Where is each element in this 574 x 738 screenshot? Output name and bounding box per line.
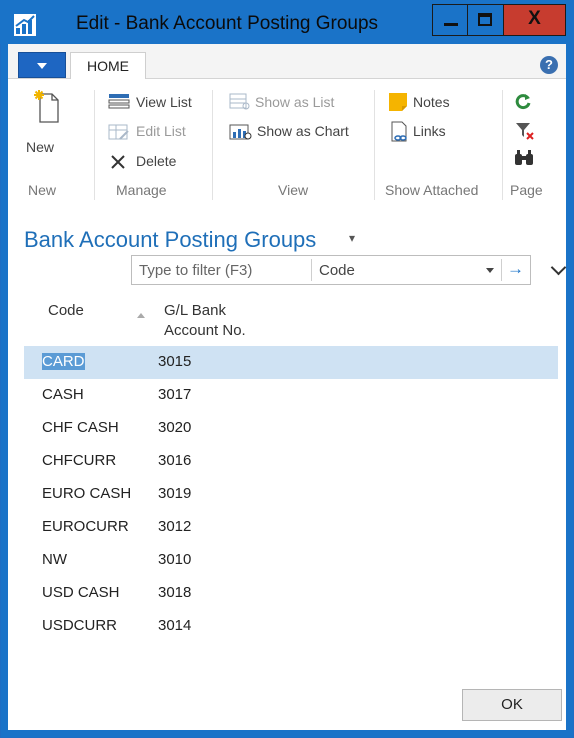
cell-gl-bank-account-no[interactable]: 3017 <box>158 386 191 403</box>
notes-icon <box>389 93 407 111</box>
cell-gl-bank-account-no[interactable]: 3014 <box>158 617 191 634</box>
delete-icon <box>111 155 125 169</box>
table-row[interactable]: CARD 3015 <box>24 346 558 379</box>
application-menu-button[interactable] <box>18 52 66 78</box>
window-title: Edit - Bank Account Posting Groups <box>76 13 379 34</box>
show-as-list-icon <box>229 93 250 110</box>
table-row[interactable]: NW 3010 <box>24 544 558 577</box>
group-label-page: Page <box>510 182 543 198</box>
cell-gl-bank-account-no[interactable]: 3012 <box>158 518 191 535</box>
cell-code[interactable]: CARD <box>42 353 85 370</box>
table-row[interactable]: USD CASH 3018 <box>24 577 558 610</box>
group-label-new: New <box>28 182 57 198</box>
tab-home[interactable]: HOME <box>70 52 146 79</box>
cell-code[interactable]: EUROCURR <box>42 518 129 535</box>
table-row[interactable]: CHFCURR 3016 <box>24 445 558 478</box>
column-header-gl-bank-account[interactable]: G/L Bank Account No. <box>164 301 246 341</box>
sort-ascending-icon <box>137 313 145 318</box>
cell-code[interactable]: CASH <box>42 386 84 403</box>
filter-divider <box>311 259 312 281</box>
ribbon-divider <box>94 90 95 200</box>
cell-code[interactable]: USD CASH <box>42 584 120 601</box>
group-label-manage: Manage <box>116 182 167 198</box>
show-as-list-label: Show as List <box>255 94 335 110</box>
ok-button[interactable]: OK <box>462 689 562 721</box>
ribbon-divider <box>374 90 375 200</box>
table-row[interactable]: EURO CASH 3019 <box>24 478 558 511</box>
cell-gl-bank-account-no[interactable]: 3015 <box>158 353 191 370</box>
new-button-label: New <box>26 139 55 155</box>
refresh-icon[interactable] <box>514 92 532 110</box>
group-label-view: View <box>278 182 309 198</box>
links-icon <box>391 121 407 142</box>
chevron-down-icon[interactable] <box>486 268 494 273</box>
table-row[interactable]: CHF CASH 3020 <box>24 412 558 445</box>
cell-code[interactable]: USDCURR <box>42 617 117 634</box>
filter-divider <box>501 259 502 281</box>
table-row[interactable]: USDCURR 3014 <box>24 610 558 643</box>
arrow-right-icon[interactable]: → <box>507 259 524 279</box>
find-icon[interactable] <box>514 150 534 166</box>
clear-filter-icon[interactable] <box>515 121 535 141</box>
column-header-code[interactable]: Code <box>48 301 84 321</box>
table-row[interactable]: CASH 3017 <box>24 379 558 412</box>
show-as-chart-label: Show as Chart <box>257 123 349 139</box>
group-label-show-attached: Show Attached <box>385 182 479 198</box>
cell-gl-bank-account-no[interactable]: 3016 <box>158 452 191 469</box>
cell-gl-bank-account-no[interactable]: 3010 <box>158 551 191 568</box>
view-list-label: View List <box>136 94 192 110</box>
help-icon[interactable]: ? <box>540 56 558 74</box>
column-header-gl-line1: G/L Bank <box>164 302 226 319</box>
cell-gl-bank-account-no[interactable]: 3020 <box>158 419 191 436</box>
minimize-button[interactable] <box>432 4 468 36</box>
view-list-icon <box>108 94 130 109</box>
show-as-chart-icon <box>229 124 252 140</box>
ribbon-divider <box>502 90 503 200</box>
page-title-dropdown-icon[interactable]: ▾ <box>349 231 355 245</box>
app-logo-icon <box>14 14 36 36</box>
edit-list-icon <box>108 124 129 140</box>
cell-code[interactable]: CHF CASH <box>42 419 119 436</box>
close-button[interactable]: X <box>504 4 566 36</box>
cell-code[interactable]: EURO CASH <box>42 485 131 502</box>
table-row[interactable]: EUROCURR 3012 <box>24 511 558 544</box>
edit-list-label: Edit List <box>136 123 186 139</box>
page-title[interactable]: Bank Account Posting Groups <box>24 227 316 253</box>
close-icon: X <box>528 8 541 29</box>
delete-label: Delete <box>136 153 177 169</box>
column-header-gl-line2: Account No. <box>164 322 246 339</box>
new-document-icon <box>34 90 59 123</box>
notes-label: Notes <box>413 94 450 110</box>
cell-code[interactable]: CHFCURR <box>42 452 116 469</box>
maximize-button[interactable] <box>468 4 504 36</box>
filter-field-select[interactable]: Code <box>319 262 355 279</box>
filter-input[interactable]: Type to filter (F3) <box>139 262 252 279</box>
cell-code[interactable]: NW <box>42 551 67 568</box>
cell-gl-bank-account-no[interactable]: 3018 <box>158 584 191 601</box>
ribbon-divider <box>212 90 213 200</box>
cell-gl-bank-account-no[interactable]: 3019 <box>158 485 191 502</box>
links-label: Links <box>413 123 446 139</box>
